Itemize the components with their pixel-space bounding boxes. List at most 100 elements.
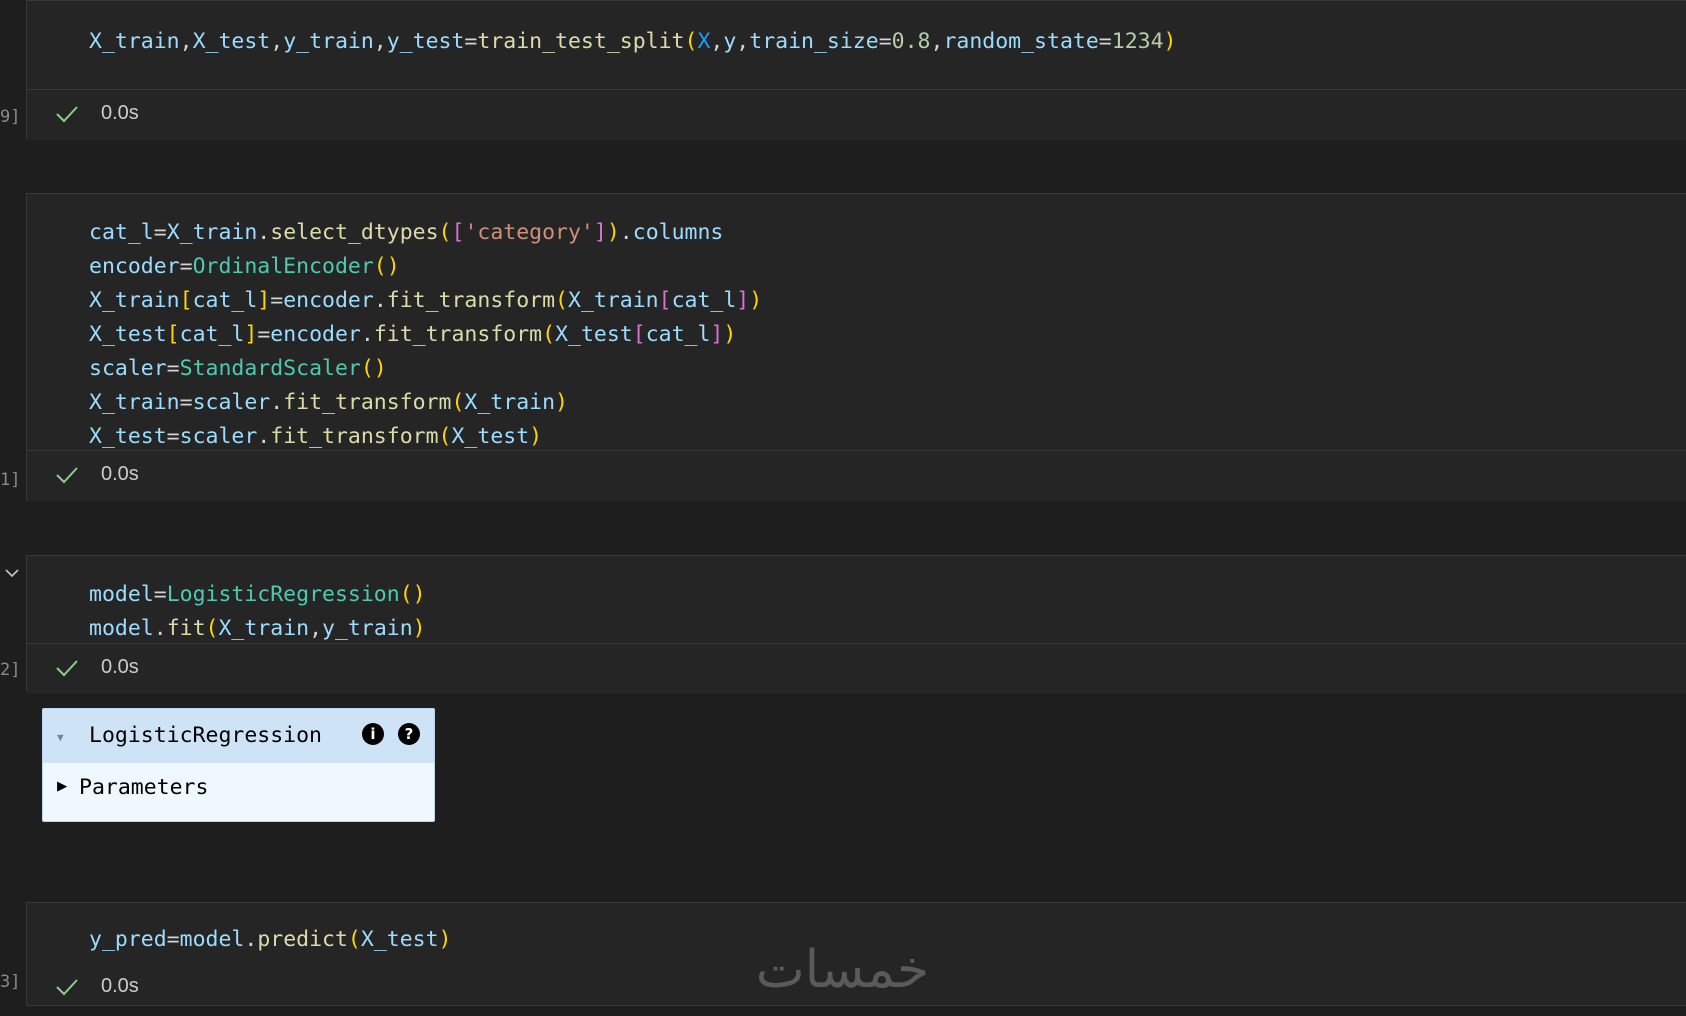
code-token: = [179,390,193,415]
code-line: encoder=OrdinalEncoder() [89,250,762,284]
code-token: . [619,220,633,245]
code-line: model=LogisticRegression() [89,578,426,612]
code-token: ) [438,927,452,952]
code-token: , [179,29,193,54]
code-token: , [309,616,323,641]
estimator-header[interactable]: ▼ LogisticRegression i ? [43,709,434,763]
code-token: scaler [179,424,258,449]
code-token: X_test [360,927,439,952]
code-token: [ [166,322,180,347]
code-token: = [153,220,167,245]
code-token: , [710,29,724,54]
info-icon[interactable]: i [362,723,384,745]
code-token: predict [257,927,348,952]
code-token: ( [205,616,219,641]
check-icon [56,979,78,996]
code-token: () [373,254,400,279]
code-token: X_train [89,29,180,54]
code-editor[interactable]: y_pred=model.predict(X_test) [89,923,452,957]
code-token: = [166,927,180,952]
code-token: ( [542,322,556,347]
code-token: 0.8 [891,29,931,54]
code-token: X_train [464,390,556,415]
check-icon [56,660,78,677]
execution-count-label: 3] [0,972,21,992]
code-token: ] [593,220,607,245]
code-token: encoder [270,322,361,347]
code-token: ( [451,390,465,415]
code-token: ) [606,220,620,245]
code-token: = [270,288,284,313]
code-line: X_train[cat_l]=encoder.fit_transform(X_t… [89,284,762,318]
code-token: . [257,424,271,449]
watermark-logo: خمسات [755,940,930,1000]
code-token: ] [244,322,258,347]
code-token: , [930,29,944,54]
code-token: ] [736,288,750,313]
code-token: y [723,29,737,54]
code-token: ) [529,424,543,449]
code-token: = [153,582,167,607]
code-token: ( [684,29,698,54]
code-token: fit_transform [270,424,439,449]
code-token: cat_l [192,288,258,313]
code-editor[interactable]: model=LogisticRegression() model.fit(X_tr… [89,578,426,646]
code-token: . [270,390,284,415]
code-token: [ [658,288,672,313]
check-icon [56,106,78,123]
code-cell[interactable]: X_train,X_test,y_train,y_test=train_test… [26,0,1686,140]
code-token: cat_l [89,220,154,245]
collapse-chevron-icon[interactable] [4,565,20,581]
collapse-triangle-icon[interactable]: ▼ [57,731,64,744]
code-token: = [464,29,478,54]
code-token: = [257,322,271,347]
code-token: . [360,322,374,347]
code-token: columns [632,220,724,245]
code-token: . [257,220,271,245]
code-token: X_train [89,288,180,313]
code-token: model [89,582,154,607]
code-cell[interactable]: model=LogisticRegression() model.fit(X_tr… [26,555,1686,694]
expand-arrow-icon[interactable]: ▶ [57,776,67,796]
code-token: select_dtypes [270,220,439,245]
code-editor[interactable]: cat_l=X_train.select_dtypes(['category']… [89,216,762,454]
code-token: = [166,424,180,449]
code-token: , [270,29,284,54]
code-token: StandardScaler [179,356,361,381]
code-token: fit_transform [373,322,543,347]
execution-time: 0.0s [101,463,139,485]
parameters-toggle[interactable]: ▶ Parameters [43,763,434,821]
code-token: 1234 [1111,29,1164,54]
execution-count-label: 1] [0,470,21,490]
code-token: y_test [386,29,465,54]
code-token: . [373,288,387,313]
code-token: ) [749,288,763,313]
code-token: [ [179,288,193,313]
code-token: cat_l [179,322,245,347]
code-token: random_state [943,29,1099,54]
code-token: train_size [749,29,879,54]
code-token: ] [257,288,271,313]
code-token: ) [555,390,568,415]
code-line: y_pred=model.predict(X_test) [89,923,452,957]
code-token: cat_l [671,288,737,313]
code-token: X_test [89,322,167,347]
code-token: X_test [555,322,633,347]
code-token: X_train [218,616,310,641]
code-token: = [179,254,193,279]
help-icon[interactable]: ? [398,723,420,745]
code-editor[interactable]: X_train,X_test,y_train,y_test=train_test… [89,25,1176,59]
code-cell[interactable]: cat_l=X_train.select_dtypes(['category']… [26,193,1686,501]
code-token: X_test [89,424,167,449]
code-line: cat_l=X_train.select_dtypes(['category']… [89,216,762,250]
code-token: = [1098,29,1112,54]
code-token: y_train [322,616,413,641]
code-token: encoder [89,254,180,279]
code-token: ) [412,616,426,641]
code-token: , [736,29,750,54]
code-token: = [878,29,892,54]
code-token: X_train [166,220,258,245]
cell-status-bar: 0.0s [27,89,1686,140]
code-token: ] [710,322,724,347]
cell-status-bar: 0.0s [27,450,1686,501]
